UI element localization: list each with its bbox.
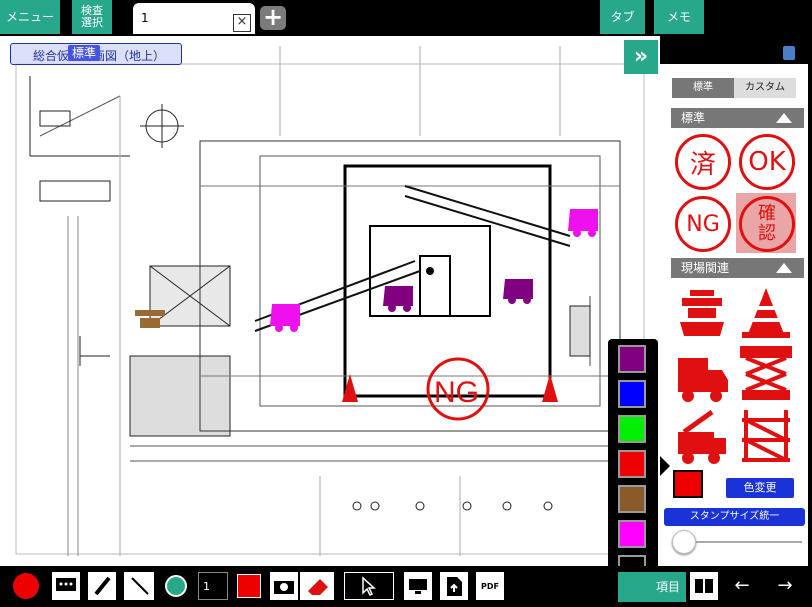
- color-brown[interactable]: [618, 485, 646, 513]
- section-standard-label: 標準: [681, 111, 706, 125]
- camera-icon[interactable]: [270, 572, 298, 600]
- tab-custom[interactable]: カスタム: [734, 78, 796, 98]
- stamp-ng[interactable]: NG: [672, 193, 732, 253]
- stamp-label: 済: [675, 134, 731, 190]
- stamp-scissor-lift[interactable]: [736, 344, 796, 404]
- collapse-up-icon: [776, 263, 792, 273]
- pdf-label: PDF: [481, 581, 499, 591]
- close-icon[interactable]: ×: [233, 14, 251, 32]
- stamp-kakunin[interactable]: 確 認: [736, 193, 796, 253]
- pointer-arrow-icon: [660, 456, 670, 476]
- safety-person-icon: [680, 290, 724, 336]
- prev-page-button[interactable]: ←: [727, 572, 757, 600]
- comment-icon[interactable]: [52, 572, 80, 600]
- stamp-mobile-crane[interactable]: [672, 406, 732, 466]
- pen-icon[interactable]: [88, 572, 116, 600]
- change-color-button[interactable]: 色変更: [726, 478, 794, 498]
- construction-plan-drawing: NG: [15, 46, 645, 556]
- next-page-button[interactable]: →: [770, 572, 800, 600]
- eraser-icon[interactable]: [300, 572, 334, 600]
- color-blue[interactable]: [618, 380, 646, 408]
- crane-truck-icon: [678, 358, 728, 402]
- monitor-icon[interactable]: [404, 572, 432, 600]
- section-site-label: 現場関連: [681, 261, 730, 275]
- layer-badge[interactable]: 標準: [68, 45, 101, 61]
- stamp-traffic-cone[interactable]: [736, 282, 796, 342]
- add-tab-button[interactable]: +: [260, 5, 286, 30]
- stamp-label: OK: [739, 134, 795, 190]
- tabs-button[interactable]: タブ: [600, 0, 645, 34]
- traffic-cone-icon: [742, 288, 790, 338]
- color-palette: [608, 339, 658, 593]
- memo-button[interactable]: メモ: [654, 0, 704, 34]
- color-select-button[interactable]: [235, 572, 263, 600]
- svg-text:NG: NG: [434, 376, 479, 409]
- drawing-canvas[interactable]: NG: [0, 36, 660, 566]
- color-magenta[interactable]: [618, 520, 646, 548]
- collapse-up-icon: [776, 113, 792, 123]
- stamp-label: NG: [675, 196, 731, 252]
- collapse-panel-button[interactable]: »: [624, 40, 658, 74]
- inspection-select-button[interactable]: 検査 選択: [72, 0, 112, 34]
- unify-stamp-size-button[interactable]: スタンプサイズ統一: [664, 508, 805, 526]
- color-green[interactable]: [618, 415, 646, 443]
- menu-button[interactable]: メニュー: [0, 0, 60, 34]
- scaffold-icon: [742, 410, 790, 462]
- items-button[interactable]: 項目: [618, 572, 686, 602]
- mobile-crane-icon: [678, 409, 726, 464]
- line-width-selector[interactable]: 1: [198, 572, 228, 600]
- selected-color-swatch[interactable]: [673, 470, 703, 498]
- record-button[interactable]: [12, 572, 40, 600]
- upload-icon[interactable]: [440, 572, 468, 600]
- stamp-sumi[interactable]: 済: [672, 131, 732, 191]
- stamp-tool-icon[interactable]: [162, 572, 190, 600]
- tab-standard[interactable]: 標準: [672, 78, 734, 98]
- slider-thumb[interactable]: [672, 530, 696, 554]
- stamp-scaffold[interactable]: [736, 406, 796, 466]
- select-pointer-icon[interactable]: [344, 572, 394, 600]
- tab-label: 1: [141, 11, 149, 25]
- section-standard-header[interactable]: 標準: [671, 108, 804, 128]
- document-tab[interactable]: 1 ×: [133, 3, 255, 34]
- section-site-header[interactable]: 現場関連: [671, 258, 804, 278]
- pdf-export-icon[interactable]: PDF: [476, 572, 504, 600]
- diagonal-line-icon[interactable]: [126, 572, 154, 600]
- stamp-crane-truck[interactable]: [672, 344, 732, 404]
- color-red[interactable]: [618, 450, 646, 478]
- export-icon[interactable]: [783, 46, 795, 60]
- scissor-lift-icon: [740, 346, 792, 400]
- stamp-label: 確 認: [739, 196, 795, 252]
- stamp-safety-person[interactable]: [672, 282, 732, 342]
- book-icon[interactable]: [690, 572, 718, 600]
- color-purple[interactable]: [618, 345, 646, 373]
- stamp-ok[interactable]: OK: [736, 131, 796, 191]
